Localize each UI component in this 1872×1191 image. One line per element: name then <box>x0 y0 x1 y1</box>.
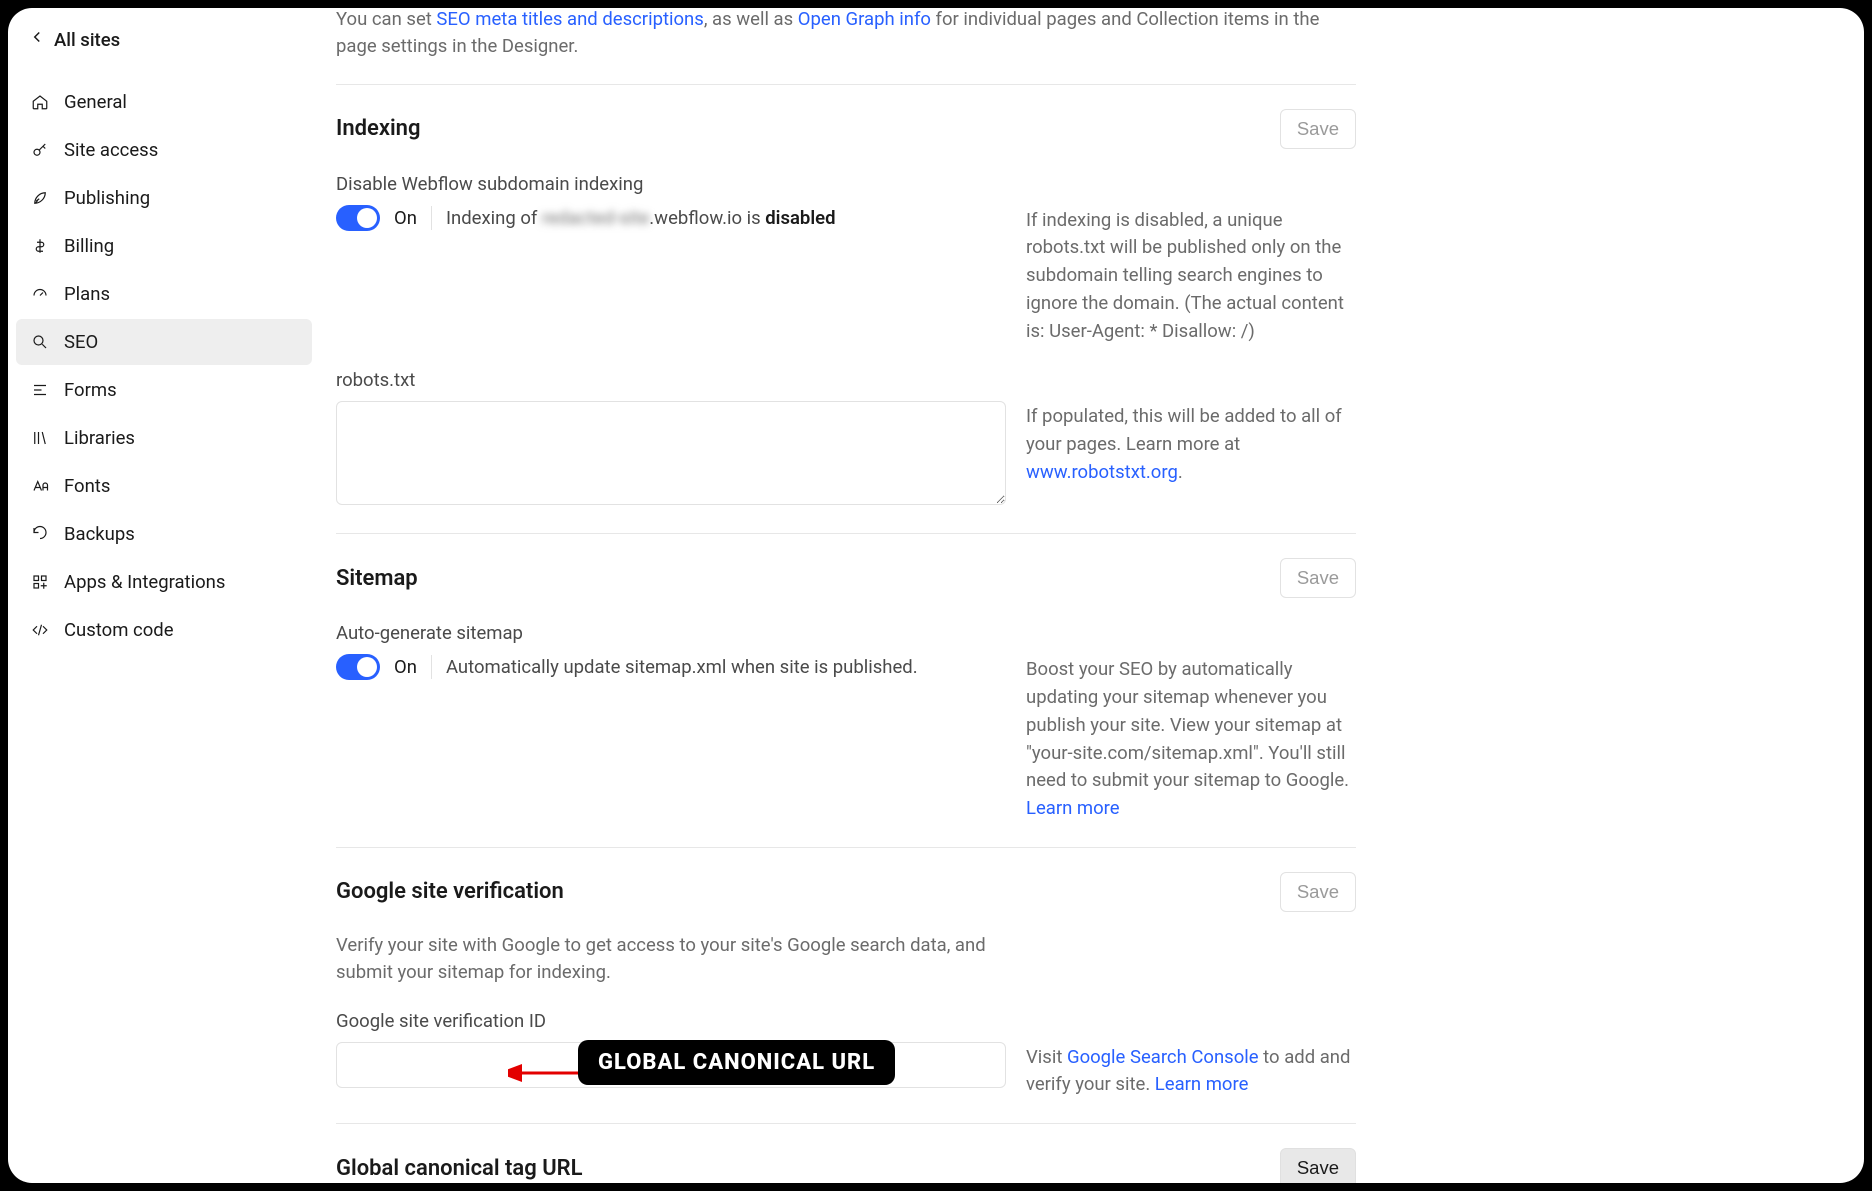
nav-label: Custom code <box>64 619 174 641</box>
back-all-sites[interactable]: All sites <box>16 20 312 59</box>
link-robotstxt[interactable]: www.robotstxt.org <box>1026 461 1178 483</box>
arrow-left-icon <box>28 28 46 51</box>
nav-label: Billing <box>64 235 114 257</box>
auto-sitemap-label: Auto-generate sitemap <box>336 622 1356 644</box>
intro-text: You can set SEO meta titles and descript… <box>336 8 1356 60</box>
apps-icon <box>30 572 50 592</box>
toggle-state: On <box>394 656 417 678</box>
disable-subdomain-label: Disable Webflow subdomain indexing <box>336 173 1356 195</box>
nav-label: Fonts <box>64 475 110 497</box>
google-id-label: Google site verification ID <box>336 1010 1356 1032</box>
indexing-desc: Indexing of redacted-site.webflow.io is … <box>446 207 836 229</box>
divider <box>431 655 432 679</box>
nav-publishing[interactable]: Publishing <box>16 175 312 221</box>
nav-label: Libraries <box>64 427 135 449</box>
nav-plans[interactable]: Plans <box>16 271 312 317</box>
indexing-save-button[interactable]: Save <box>1280 109 1356 149</box>
nav-label: Publishing <box>64 187 150 209</box>
font-icon <box>30 476 50 496</box>
nav-label: General <box>64 91 127 113</box>
app-frame: All sites General Site access Publishing… <box>8 8 1864 1183</box>
house-icon <box>30 92 50 112</box>
nav-site-access[interactable]: Site access <box>16 127 312 173</box>
section-google-verification: Google site verification Save Verify you… <box>336 847 1356 1099</box>
nav-label: Forms <box>64 379 117 401</box>
nav-label: Apps & Integrations <box>64 571 225 593</box>
nav-billing[interactable]: Billing <box>16 223 312 269</box>
google-note: Visit Google Search Console to add and v… <box>1026 1042 1356 1100</box>
sitemap-note: Boost your SEO by automatically updating… <box>1026 654 1356 823</box>
nav-apps[interactable]: Apps & Integrations <box>16 559 312 605</box>
indexing-note: If indexing is disabled, a unique robots… <box>1026 205 1356 346</box>
link-google-console[interactable]: Google Search Console <box>1067 1046 1259 1068</box>
google-verification-input[interactable] <box>336 1042 1006 1088</box>
toggle-disable-indexing[interactable] <box>336 205 380 231</box>
google-save-button[interactable]: Save <box>1280 872 1356 912</box>
nav-backups[interactable]: Backups <box>16 511 312 557</box>
nav-custom-code[interactable]: Custom code <box>16 607 312 653</box>
rocket-icon <box>30 188 50 208</box>
back-label: All sites <box>54 29 120 51</box>
section-indexing: Indexing Save Disable Webflow subdomain … <box>336 84 1356 510</box>
form-icon <box>30 380 50 400</box>
nav-label: Plans <box>64 283 110 305</box>
sidebar-nav: General Site access Publishing Billing P… <box>16 79 312 653</box>
toggle-state: On <box>394 207 417 229</box>
code-icon <box>30 620 50 640</box>
link-opengraph[interactable]: Open Graph info <box>798 8 931 30</box>
intro-mid: , as well as <box>704 8 798 30</box>
google-desc: Verify your site with Google to get acce… <box>336 932 1016 986</box>
nav-label: Site access <box>64 139 158 161</box>
main-content: You can set SEO meta titles and descript… <box>326 8 1864 1183</box>
canonical-save-button[interactable]: Save <box>1280 1148 1356 1183</box>
robots-textarea[interactable] <box>336 401 1006 505</box>
link-seo-meta[interactable]: SEO meta titles and descriptions <box>436 8 703 30</box>
link-sitemap-learn[interactable]: Learn more <box>1026 797 1120 819</box>
search-icon <box>30 332 50 352</box>
section-sitemap: Sitemap Save Auto-generate sitemap On Au… <box>336 533 1356 823</box>
robots-label: robots.txt <box>336 369 1356 391</box>
nav-forms[interactable]: Forms <box>16 367 312 413</box>
libraries-icon <box>30 428 50 448</box>
sitemap-title: Sitemap <box>336 566 418 591</box>
toggle-auto-sitemap[interactable] <box>336 654 380 680</box>
nav-libraries[interactable]: Libraries <box>16 415 312 461</box>
link-google-learn[interactable]: Learn more <box>1155 1073 1249 1095</box>
nav-seo[interactable]: SEO <box>16 319 312 365</box>
indexing-title: Indexing <box>336 116 421 141</box>
undo-icon <box>30 524 50 544</box>
nav-fonts[interactable]: Fonts <box>16 463 312 509</box>
canonical-title: Global canonical tag URL <box>336 1156 583 1181</box>
sidebar: All sites General Site access Publishing… <box>8 8 320 667</box>
nav-label: Backups <box>64 523 135 545</box>
dollar-icon <box>30 236 50 256</box>
nav-label: SEO <box>64 331 98 353</box>
intro-prefix: You can set <box>336 8 436 30</box>
gauge-icon <box>30 284 50 304</box>
sitemap-save-button[interactable]: Save <box>1280 558 1356 598</box>
nav-general[interactable]: General <box>16 79 312 125</box>
google-title: Google site verification <box>336 879 564 904</box>
section-canonical: Global canonical tag URL Save Set a glob… <box>336 1123 1356 1183</box>
sitemap-desc: Automatically update sitemap.xml when si… <box>446 656 918 678</box>
robots-note: If populated, this will be added to all … <box>1026 401 1356 486</box>
divider <box>431 206 432 230</box>
key-icon <box>30 140 50 160</box>
